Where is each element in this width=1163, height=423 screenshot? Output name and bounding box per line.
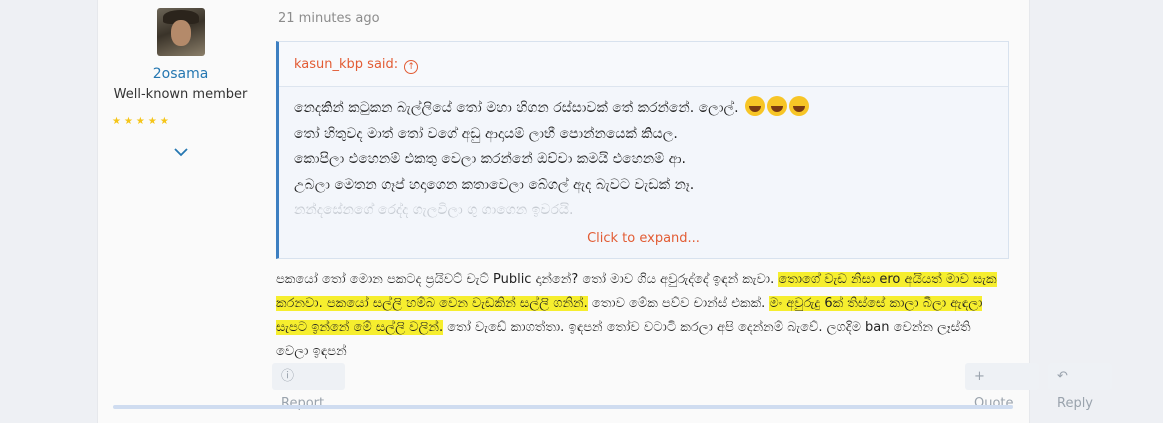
grinning-emoji-icon [767, 96, 788, 116]
quote-block: kasun_kbp said: ↑ නෙදකින් කටුකන බැල්ලියේ … [276, 41, 1009, 259]
laughing-emoji-icon [789, 96, 810, 116]
rating-stars: ★★★★★ [112, 116, 172, 127]
quote-line: උබලා මෙතන ගෑප් හදාගෙන කතාවෙලා බේගල් ඇද බ… [294, 176, 695, 193]
laughing-emoji-icon [745, 96, 766, 116]
post-actions: ⓘReport + Quote ↶Reply [272, 363, 1112, 411]
quote-line: කොපිලා එහෙනම් එකතු වෙලා කරන්නේ ඔච්චා කමය… [294, 151, 686, 167]
chevron-down-icon[interactable] [173, 144, 189, 160]
info-icon: ⓘ [281, 369, 295, 384]
quote-line: තෝ හිතුවද මාත් තෝ වගේ අඩු ආදායම් ලාභී පො… [294, 125, 678, 142]
post-body: පකයෝ තෝ මොන පකටද ප්‍රයිවට් චැට් Public ද… [276, 272, 997, 359]
quote-button[interactable]: + Quote [965, 363, 1039, 411]
user-title: Well-known member [113, 87, 248, 102]
expand-link[interactable]: Click to expand... [279, 231, 1008, 246]
username[interactable]: 2osama [98, 66, 263, 82]
post-time[interactable]: 21 minutes ago [278, 11, 380, 26]
arrow-up-icon[interactable]: ↑ [404, 60, 419, 74]
reply-button[interactable]: ↶Reply [1048, 363, 1112, 411]
post-container: 2osama Well-known member ★★★★★ 21 minute… [97, 0, 1112, 423]
report-button[interactable]: ⓘReport [272, 363, 345, 411]
quote-author[interactable]: kasun_kbp said: [294, 57, 398, 72]
reply-icon: ↶ [1057, 369, 1068, 384]
avatar[interactable] [157, 8, 205, 56]
plus-icon: + [974, 369, 985, 384]
quote-content: නෙදකින් කටුකන බැල්ලියේ තෝ මහා හිගන රස්සා… [279, 87, 1008, 224]
reply-divider [113, 405, 1013, 409]
quote-line: නන්දසේනගේ රෙද්ද ගැලවිලා ගු ගාගෙන ඉවරයි. [294, 202, 574, 218]
quote-line: නෙදකින් කටුකන බැල්ලියේ තෝ මහා හිගන රස්සා… [294, 96, 1008, 122]
quote-header[interactable]: kasun_kbp said: ↑ [279, 42, 1008, 87]
